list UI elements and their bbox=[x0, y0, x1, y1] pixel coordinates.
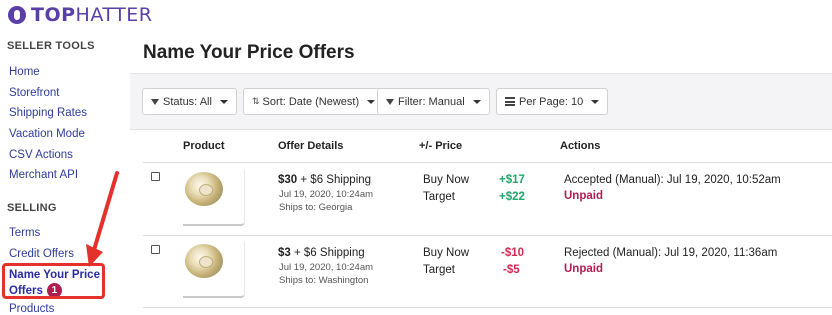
sidebar-item-terms[interactable]: Terms bbox=[9, 227, 40, 239]
row-checkbox[interactable] bbox=[151, 245, 160, 254]
sidebar-item-merchant-api[interactable]: Merchant API bbox=[9, 169, 78, 181]
sort-label: Sort: Date (Newest) bbox=[262, 95, 360, 108]
offer-ships-to: Ships to: Washington bbox=[279, 275, 369, 286]
offer-date: Jul 19, 2020, 10:24am bbox=[279, 262, 374, 273]
per-page-dropdown[interactable]: Per Page: 10 bbox=[496, 88, 609, 115]
target-label: Target bbox=[423, 191, 455, 203]
chevron-down-icon bbox=[591, 99, 600, 104]
column-header-actions: Actions bbox=[560, 140, 601, 152]
chevron-down-icon bbox=[367, 99, 376, 104]
target-label: Target bbox=[423, 264, 455, 276]
row-divider bbox=[143, 307, 832, 308]
offer-amount-line: $3 + $6 Shipping bbox=[278, 247, 365, 259]
status-filter-label: Status: All bbox=[163, 95, 212, 108]
table-header-divider bbox=[143, 162, 832, 163]
filter-icon bbox=[151, 98, 159, 105]
sidebar-item-storefront[interactable]: Storefront bbox=[9, 87, 60, 99]
logo-text: TOPHATTER bbox=[31, 4, 153, 26]
list-icon bbox=[505, 97, 515, 106]
row-checkbox[interactable] bbox=[151, 172, 160, 181]
per-page-label: Per Page: 10 bbox=[519, 95, 584, 108]
target-diff: +$22 bbox=[499, 191, 525, 203]
offer-status: Accepted (Manual): Jul 19, 2020, 10:52am bbox=[564, 174, 781, 186]
column-header-price: +/- Price bbox=[419, 140, 463, 152]
column-header-product: Product bbox=[183, 140, 225, 152]
offer-date: Jul 19, 2020, 10:24am bbox=[279, 189, 374, 200]
chevron-down-icon bbox=[219, 99, 228, 104]
annotation-arrow bbox=[86, 171, 119, 267]
buy-now-label: Buy Now bbox=[423, 247, 470, 259]
manual-filter-dropdown[interactable]: Filter: Manual bbox=[377, 88, 490, 115]
filter-bar: Status: All ⇅ Sort: Date (Newest) Filter… bbox=[130, 73, 832, 130]
sidebar-item-products[interactable]: Products bbox=[9, 303, 54, 315]
sidebar-item-shipping-rates[interactable]: Shipping Rates bbox=[9, 107, 87, 119]
buy-now-label: Buy Now bbox=[423, 174, 470, 186]
sidebar-item-credit-offers[interactable]: Credit Offers bbox=[9, 248, 74, 260]
page-title: Name Your Price Offers bbox=[143, 42, 355, 63]
payment-status-badge: Unpaid bbox=[564, 190, 603, 202]
manual-filter-label: Filter: Manual bbox=[398, 95, 465, 108]
column-header-offer-details: Offer Details bbox=[278, 140, 344, 152]
filter-icon bbox=[386, 98, 394, 105]
chevron-down-icon bbox=[472, 99, 481, 104]
buy-now-diff: +$17 bbox=[499, 174, 525, 186]
offer-status: Rejected (Manual): Jul 19, 2020, 11:36am bbox=[564, 247, 778, 259]
product-image bbox=[185, 172, 223, 206]
product-image bbox=[185, 244, 223, 278]
status-filter-dropdown[interactable]: Status: All bbox=[142, 88, 237, 115]
sidebar-item-vacation-mode[interactable]: Vacation Mode bbox=[9, 128, 85, 140]
buy-now-diff: -$10 bbox=[501, 247, 525, 259]
sort-icon: ⇅ bbox=[252, 96, 260, 106]
seller-tools-heading: SELLER TOOLS bbox=[7, 40, 95, 52]
selling-heading: SELLING bbox=[7, 202, 57, 214]
payment-status-badge: Unpaid bbox=[564, 263, 603, 275]
offer-amount-line: $30 + $6 Shipping bbox=[278, 174, 372, 186]
row-divider bbox=[143, 235, 832, 236]
annotation-highlight-box bbox=[2, 263, 105, 299]
logo-icon bbox=[8, 6, 26, 24]
product-thumbnail[interactable] bbox=[183, 242, 245, 298]
target-diff: -$5 bbox=[503, 264, 520, 276]
sidebar-item-csv-actions[interactable]: CSV Actions bbox=[9, 149, 73, 161]
product-thumbnail[interactable] bbox=[183, 170, 245, 226]
sidebar-item-home[interactable]: Home bbox=[9, 66, 40, 78]
tophatter-logo[interactable]: TOPHATTER bbox=[8, 4, 152, 26]
offer-ships-to: Ships to: Georgia bbox=[279, 202, 353, 213]
sort-dropdown[interactable]: ⇅ Sort: Date (Newest) bbox=[243, 88, 385, 115]
